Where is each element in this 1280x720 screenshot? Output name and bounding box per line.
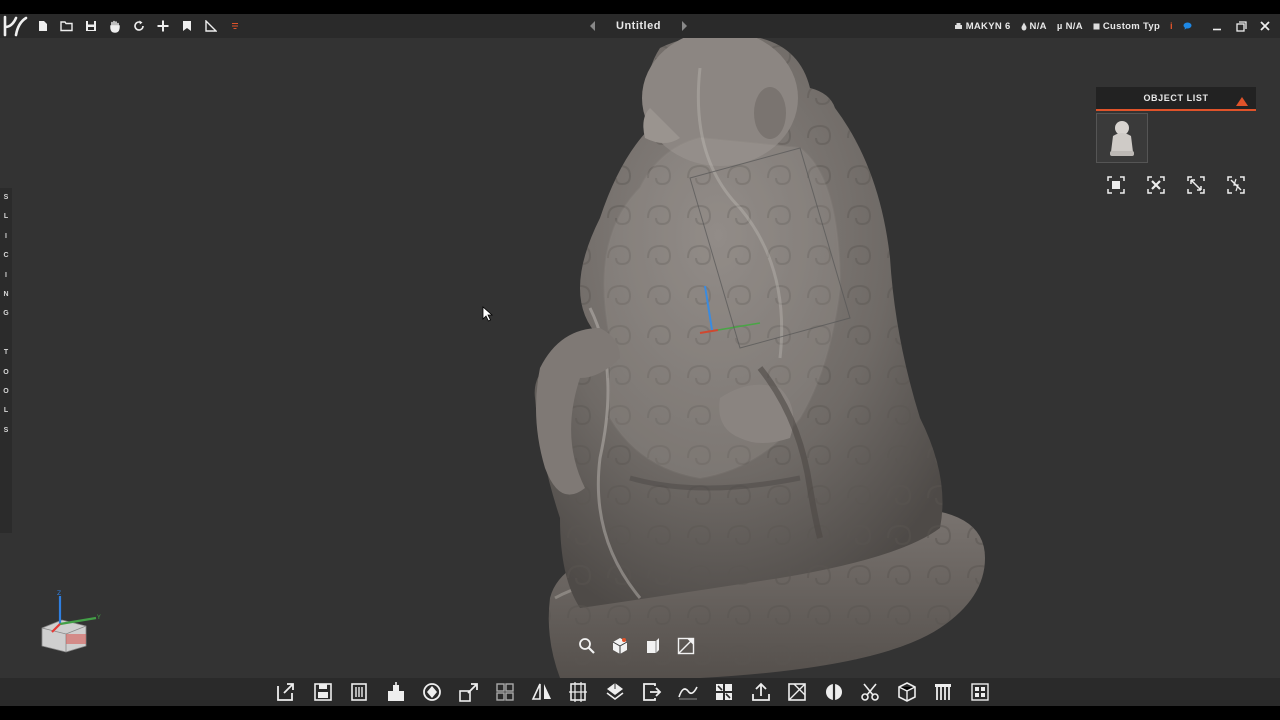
side-tab-letter: N [3,290,9,298]
scale-icon[interactable] [457,680,481,704]
export-icon[interactable] [274,680,298,704]
place-icon[interactable] [384,680,408,704]
side-tab-letter: S [3,426,9,434]
material-selector[interactable]: Custom Typ [1093,21,1160,32]
bookmark-icon[interactable] [178,17,196,35]
svg-text:Y: Y [96,614,101,621]
bottom-tools [274,678,992,706]
save-icon[interactable] [82,17,100,35]
previous-project-arrow[interactable] [588,14,598,38]
title-bar: Untitled MAKYN 6 N/A µ N/A Custom Typ i [0,14,1280,38]
delete-object-icon[interactable] [1144,173,1168,197]
object-list-header: OBJECT LIST [1096,87,1256,111]
view-toolbar [577,636,696,656]
save-model-icon[interactable] [311,680,335,704]
rotate-icon[interactable] [130,17,148,35]
side-tab-letter: I [5,271,7,279]
object-tools [1096,173,1256,197]
svg-text:Z: Z [57,590,61,597]
buddha-model[interactable] [0,38,1280,678]
object-list-panel: OBJECT LIST [1096,87,1256,207]
zoom-icon[interactable] [577,636,597,656]
slicing-tools-tab[interactable]: S L I C I N G T O O L S [0,188,12,533]
supports-icon[interactable] [931,680,955,704]
mouse-cursor-icon [482,306,494,322]
orient-icon[interactable] [420,680,444,704]
side-tab-letter: L [3,213,9,221]
perspective-icon[interactable] [676,636,696,656]
arrange-icon[interactable] [493,680,517,704]
split-icon[interactable] [712,680,736,704]
measure-icon[interactable] [202,17,220,35]
micron-icon: µ [1056,20,1063,32]
align-icon[interactable] [566,680,590,704]
next-project-arrow[interactable] [679,14,689,38]
exit-icon[interactable] [639,680,663,704]
side-tab-letter: L [3,407,9,415]
face-view-icon[interactable] [643,636,663,656]
status-area: MAKYN 6 N/A µ N/A Custom Typ i [954,14,1192,38]
resin-info: N/A [1021,21,1047,32]
hand-icon[interactable] [106,17,124,35]
pattern-icon[interactable] [968,680,992,704]
chat-icon[interactable] [1183,22,1192,30]
scale-object-icon[interactable] [1184,173,1208,197]
side-tab-letter: I [5,232,7,240]
new-file-icon[interactable] [34,17,52,35]
fit-selection-icon[interactable] [1104,173,1128,197]
orientation-cube[interactable]: Z Y [36,590,108,658]
open-folder-icon[interactable] [58,17,76,35]
side-tab-letter: C [3,252,9,260]
side-tab-letter: O [3,368,9,376]
delete-icon[interactable] [347,680,371,704]
material-icon [1093,23,1100,29]
move-icon[interactable] [154,17,172,35]
info-icon[interactable]: i [1170,21,1173,32]
side-tab-letter: S [3,194,9,201]
material-name: Custom Typ [1102,20,1161,32]
auto-arrange-icon[interactable] [1224,173,1248,197]
printer-selector[interactable]: MAKYN 6 [954,21,1011,32]
layer-value: N/A [1065,20,1083,32]
slice-plane-icon[interactable] [822,680,846,704]
project-title-area: Untitled [588,14,689,38]
cut-icon[interactable] [858,680,882,704]
hollow-icon[interactable] [785,680,809,704]
object-thumbnail[interactable] [1096,113,1148,163]
side-tab-letter: O [3,387,9,395]
cube-view-icon[interactable] [610,636,630,656]
main-toolbar [34,17,244,35]
printer-name: MAKYN 6 [965,20,1011,32]
top-letterbox [0,0,1280,14]
bottom-letterbox [0,706,1280,720]
maximize-icon[interactable] [1234,19,1248,33]
resin-icon [1021,22,1027,30]
project-title: Untitled [616,20,661,32]
side-tab-letter: G [3,310,9,318]
collapse-triangle-icon[interactable] [1236,93,1248,106]
object-list-title: OBJECT LIST [1143,93,1209,103]
kiri-logo-icon[interactable] [0,14,30,38]
printer-icon [954,22,962,29]
layers-icon[interactable] [603,680,627,704]
menu-icon[interactable] [226,17,244,35]
side-tab-letter: T [3,349,9,357]
mirror-icon[interactable] [530,680,554,704]
layer-info: µ N/A [1057,21,1083,32]
bottom-toolbar [0,678,1280,706]
3d-viewport[interactable]: S L I C I N G T O O L S OBJECT LIST Z Y [0,38,1280,678]
close-icon[interactable] [1258,19,1272,33]
minimize-icon[interactable] [1210,19,1224,33]
curve-icon[interactable] [676,680,700,704]
window-controls [1210,14,1272,38]
box-icon[interactable] [895,680,919,704]
resin-value: N/A [1029,20,1047,32]
upload-icon[interactable] [749,680,773,704]
